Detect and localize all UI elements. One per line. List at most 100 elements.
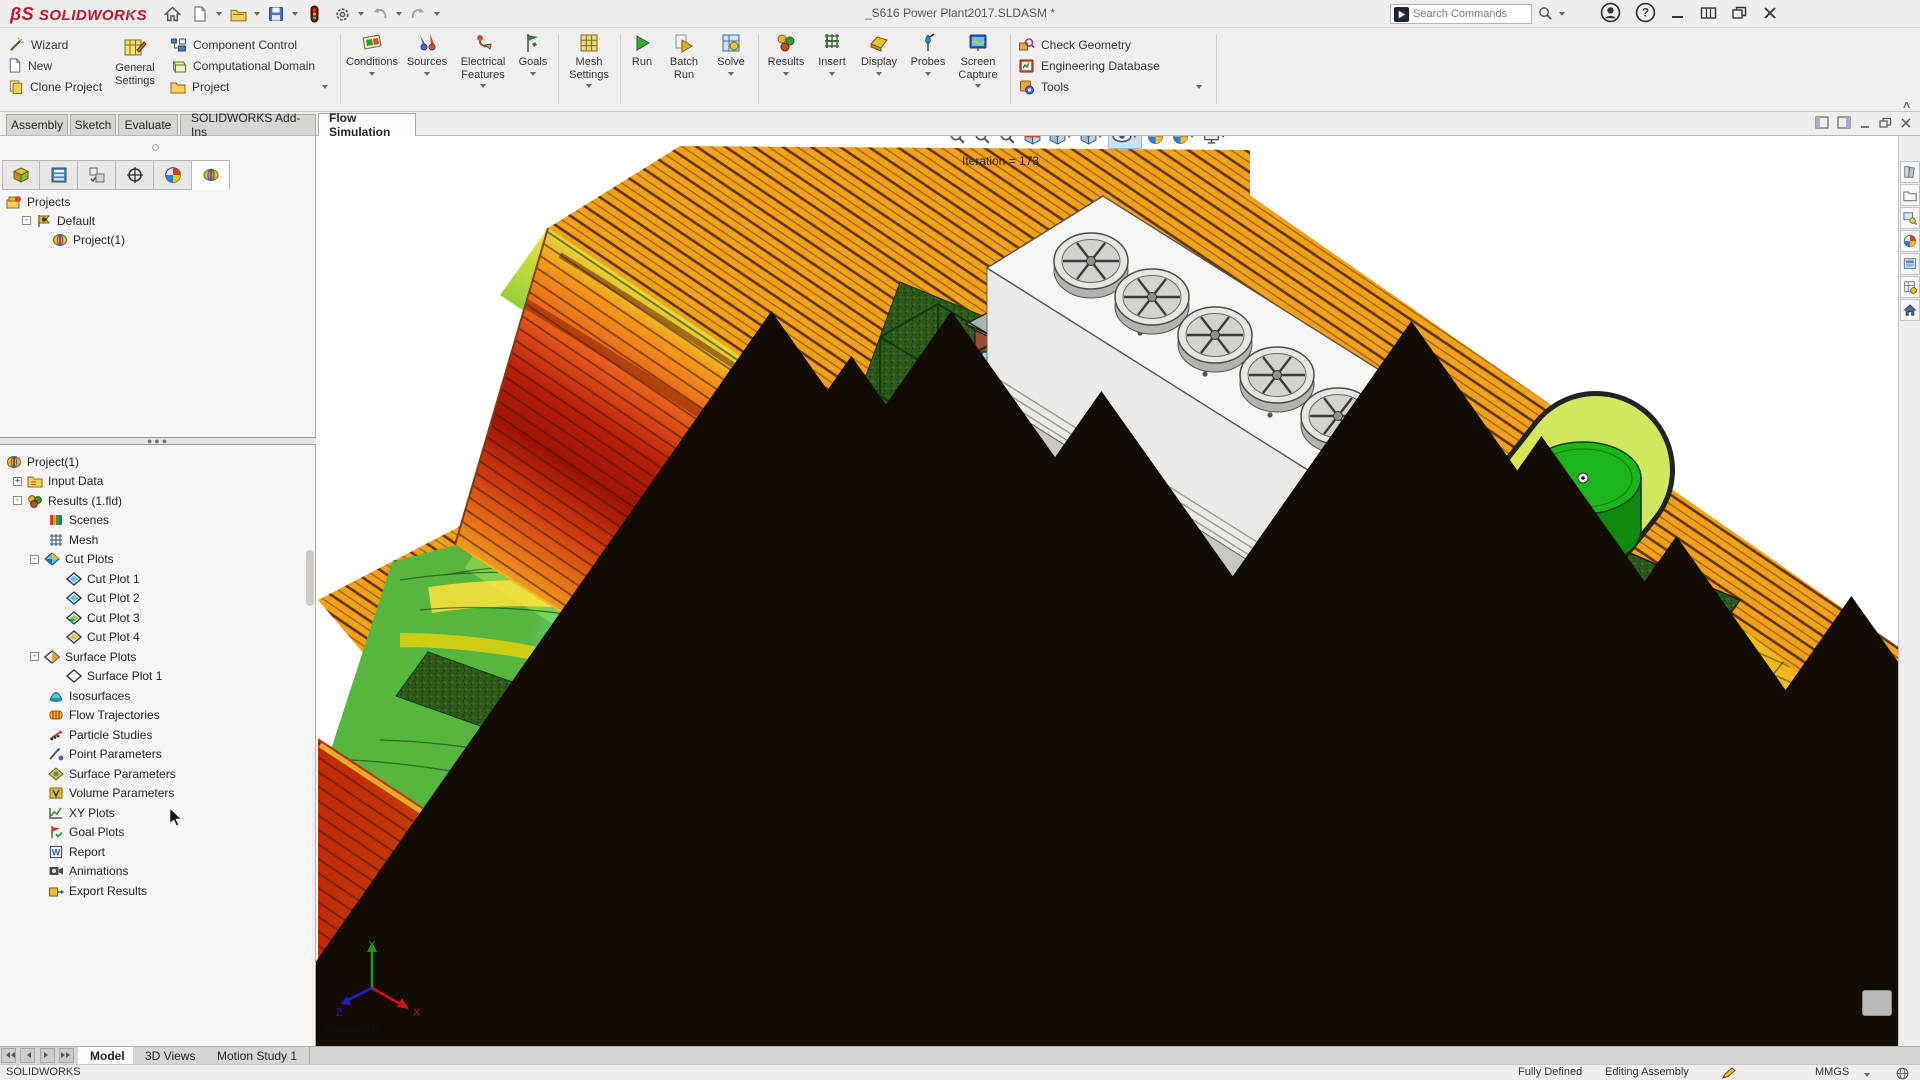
open-caret-icon[interactable] — [254, 12, 260, 19]
tree-item[interactable]: Cut Plot 3 — [6, 608, 176, 628]
check-geometry-button[interactable]: Check Geometry — [1018, 34, 1208, 55]
tree-item[interactable]: Volume Parameters — [6, 784, 176, 804]
display-style-caret-icon[interactable] — [1097, 136, 1103, 141]
design-library-icon[interactable] — [1900, 184, 1920, 206]
tab-scroll-right-icon[interactable] — [40, 1048, 55, 1063]
search-commands-box[interactable] — [1390, 4, 1532, 24]
panel-splitter[interactable]: ●●● — [0, 437, 316, 445]
mesh-settings-button[interactable]: Mesh Settings — [562, 28, 616, 91]
save-caret-icon[interactable] — [292, 12, 298, 19]
lifecycle-icon[interactable] — [302, 3, 326, 25]
wizard-button[interactable]: Wizard — [8, 34, 102, 55]
undo-caret-icon[interactable] — [396, 12, 402, 19]
tools-button[interactable]: Tools — [1018, 76, 1208, 97]
tree-item[interactable]: Export Results — [6, 881, 176, 901]
conditions-caret-icon[interactable] — [369, 72, 375, 79]
tab-evaluate[interactable]: Evaluate — [118, 114, 178, 135]
tree-item[interactable]: - Surface Plots — [6, 647, 176, 667]
tree-item[interactable]: Flow Trajectories — [6, 706, 176, 726]
panel-scrollbar-thumb[interactable] — [306, 550, 314, 606]
new-document-icon[interactable] — [188, 3, 212, 25]
view-orientation-caret-icon[interactable] — [1066, 136, 1072, 141]
electrical-features-button[interactable]: Electrical Features — [455, 28, 511, 91]
electrical-caret-icon[interactable] — [480, 84, 486, 91]
goals-button[interactable]: Goals — [513, 28, 553, 79]
pane-left-icon[interactable] — [1815, 116, 1829, 129]
expand-icon[interactable]: - — [22, 216, 31, 225]
undo-icon[interactable] — [368, 3, 392, 25]
minimize-icon[interactable] — [1670, 5, 1686, 21]
apply-scene-caret-icon[interactable] — [1189, 136, 1195, 141]
hide-show-caret-icon[interactable] — [1132, 136, 1138, 141]
insert-button[interactable]: Insert — [812, 28, 852, 79]
help-icon[interactable]: ? — [1635, 2, 1656, 23]
general-settings-button[interactable]: General Settings — [108, 32, 162, 87]
tab-dimxpert-manager[interactable] — [116, 160, 154, 190]
units-caret-icon[interactable] — [1864, 1073, 1870, 1080]
new-project-button[interactable]: New — [8, 55, 102, 76]
view-orientation-icon[interactable] — [1046, 136, 1075, 149]
insert-caret-icon[interactable] — [829, 72, 835, 79]
tab-scroll-last-icon[interactable] — [59, 1048, 74, 1063]
tree-item[interactable]: Cut Plot 4 — [6, 628, 176, 648]
batch-run-button[interactable]: Batch Run — [662, 28, 706, 81]
tab-motion-study[interactable]: Motion Study 1 — [205, 1047, 310, 1064]
ribbon-collapse-icon[interactable]: ˄ — [1903, 98, 1910, 112]
expand-icon[interactable]: + — [13, 477, 22, 486]
restore-icon[interactable] — [1731, 5, 1748, 21]
brand-expand-icon[interactable]: ▸ — [128, 7, 134, 20]
display-style-icon[interactable] — [1077, 136, 1106, 149]
results-button[interactable]: Results — [762, 28, 810, 79]
layout-icon[interactable] — [1700, 5, 1717, 21]
tree-item[interactable]: XY Plots — [6, 803, 176, 823]
sources-caret-icon[interactable] — [424, 72, 430, 79]
custom-properties-icon[interactable] — [1900, 276, 1920, 298]
tab-assembly[interactable]: Assembly — [6, 114, 68, 135]
doc-restore-icon[interactable] — [1879, 117, 1892, 129]
tab-feature-manager[interactable] — [2, 160, 40, 190]
tab-display-manager[interactable] — [154, 160, 192, 190]
doc-minimize-icon[interactable] — [1859, 117, 1871, 129]
appearances-scenes-icon[interactable] — [1900, 253, 1920, 275]
display-button[interactable]: Display — [855, 28, 903, 79]
options-gear-icon[interactable] — [330, 3, 354, 25]
screen-capture-button[interactable]: Screen Capture — [952, 28, 1004, 91]
tree-item[interactable]: Goal Plots — [6, 823, 176, 843]
tab-flow-simulation[interactable]: Flow Simulation — [318, 113, 416, 136]
tree-item[interactable]: + Input Data — [6, 472, 176, 492]
tab-property-manager[interactable] — [40, 160, 78, 190]
doc-close-icon[interactable] — [1900, 117, 1912, 129]
tree-item[interactable]: Project(1) — [6, 452, 176, 472]
computational-domain-button[interactable]: Computational Domain — [170, 55, 335, 76]
tree-item[interactable]: Scenes — [6, 511, 176, 531]
tree-item[interactable]: Particle Studies — [6, 725, 176, 745]
tree-item[interactable]: Cut Plot 2 — [6, 589, 176, 609]
search-caret-icon[interactable] — [1559, 12, 1565, 19]
graphics-viewport[interactable]: Iteration = 173 Y X Z *Isometric — [316, 136, 1898, 1046]
tag-globe-icon[interactable] — [1896, 1067, 1909, 1080]
expand-icon[interactable]: - — [13, 496, 22, 505]
component-control-button[interactable]: Component Control — [170, 34, 335, 55]
goals-caret-icon[interactable] — [530, 72, 536, 79]
tab-flow-simulation-tree[interactable] — [192, 160, 230, 190]
view-palette-icon[interactable] — [1900, 230, 1920, 252]
run-button[interactable]: Run — [624, 28, 660, 69]
project-button[interactable]: Project — [170, 76, 335, 97]
sources-button[interactable]: Sources — [403, 28, 451, 79]
hide-show-items-icon[interactable] — [1108, 136, 1142, 149]
search-icon[interactable] — [1538, 6, 1553, 21]
tab-sketch[interactable]: Sketch — [70, 114, 116, 135]
save-icon[interactable] — [264, 3, 288, 25]
tools-caret-icon[interactable] — [1196, 85, 1202, 92]
tab-solidworks-add-ins[interactable]: SOLIDWORKS Add-Ins — [180, 114, 316, 135]
clone-project-button[interactable]: Clone Project — [8, 76, 102, 97]
tab-scroll-left-icon[interactable] — [20, 1048, 35, 1063]
tab-configuration-manager[interactable] — [78, 160, 116, 190]
tree-item-default[interactable]: - Default — [6, 211, 125, 230]
conditions-button[interactable]: Conditions — [345, 28, 399, 79]
tree-item[interactable]: Mesh — [6, 530, 176, 550]
edit-appearance-icon[interactable] — [1144, 136, 1167, 149]
tree-item[interactable]: Isosurfaces — [6, 686, 176, 706]
expand-icon[interactable]: - — [30, 652, 39, 661]
tree-item[interactable]: - Results (1.fld) — [6, 491, 176, 511]
